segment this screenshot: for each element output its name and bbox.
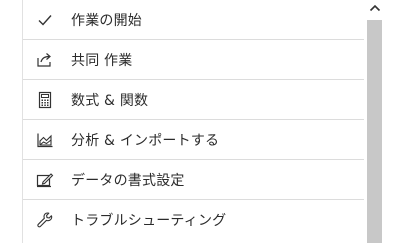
help-topic-list: 作業の開始 共同 作業 数式 & 関数 分析 & インポートする データの書式設… <box>23 0 364 240</box>
menu-item-format-data[interactable]: データの書式設定 <box>23 160 364 200</box>
menu-item-label: トラブルシューティング <box>71 213 227 229</box>
menu-item-label: 数式 & 関数 <box>71 92 149 109</box>
menu-item-get-started[interactable]: 作業の開始 <box>23 0 364 40</box>
menu-item-analyze-import[interactable]: 分析 & インポートする <box>23 120 364 160</box>
help-navigation-panel: 作業の開始 共同 作業 数式 & 関数 分析 & インポートする データの書式設… <box>0 0 397 243</box>
menu-item-label: 共同 作業 <box>71 52 133 69</box>
chart-icon <box>35 130 55 150</box>
wrench-icon <box>35 210 55 230</box>
left-border-strip <box>0 0 23 243</box>
menu-item-collaborate[interactable]: 共同 作業 <box>23 40 364 80</box>
menu-item-formulas-functions[interactable]: 数式 & 関数 <box>23 80 364 120</box>
share-icon <box>35 50 55 70</box>
scrollbar-thumb[interactable] <box>367 20 382 243</box>
menu-item-label: 作業の開始 <box>71 12 142 29</box>
format-icon <box>35 170 55 190</box>
menu-item-label: データの書式設定 <box>71 172 185 189</box>
calculator-icon <box>35 90 55 110</box>
scroll-up-button[interactable] <box>366 0 384 16</box>
chevron-up-icon <box>369 4 381 12</box>
menu-item-troubleshooting[interactable]: トラブルシューティング <box>23 200 364 240</box>
checkmark-icon <box>35 10 55 30</box>
menu-item-label: 分析 & インポートする <box>71 132 220 149</box>
